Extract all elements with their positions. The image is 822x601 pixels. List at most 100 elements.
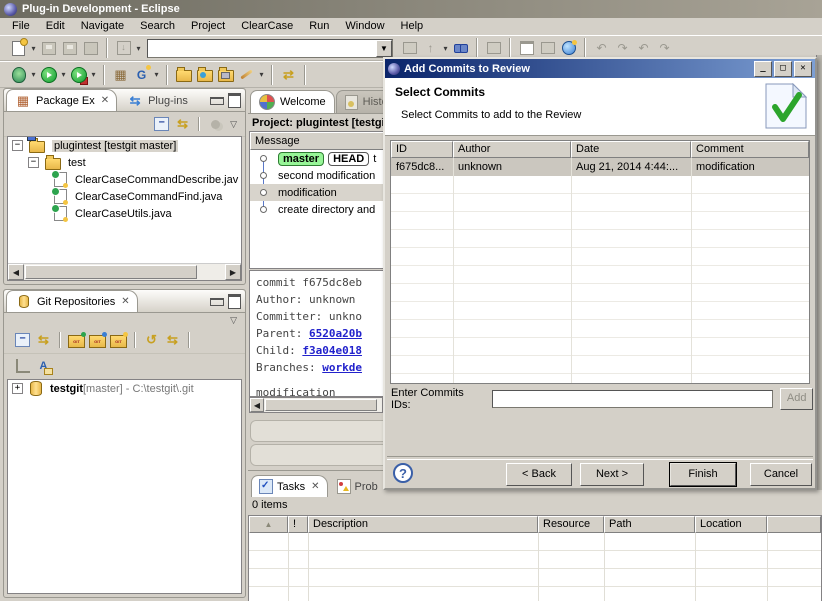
- tab-problems[interactable]: Prob: [329, 475, 386, 497]
- repo-name[interactable]: testgit: [50, 383, 83, 395]
- run-external-icon[interactable]: [70, 66, 87, 83]
- debug-dropdown[interactable]: [29, 70, 38, 79]
- menu-help[interactable]: Help: [393, 19, 432, 34]
- brush-icon[interactable]: [238, 66, 255, 83]
- tree-item-test-folder[interactable]: test: [8, 154, 241, 171]
- refresh-icon[interactable]: [143, 332, 160, 349]
- package-folder-icon[interactable]: [196, 66, 213, 83]
- file3-label[interactable]: ClearCaseUtils.java: [75, 208, 172, 220]
- save-icon[interactable]: [40, 40, 57, 57]
- date-column-header[interactable]: Date: [571, 141, 691, 158]
- scroll-left-icon[interactable]: ◀: [8, 264, 24, 280]
- child-link[interactable]: f3a04e018: [302, 344, 362, 357]
- tree-item-file1[interactable]: ClearCaseCommandDescribe.jav: [8, 171, 241, 188]
- back-button[interactable]: < Back: [506, 463, 572, 486]
- clearcase-view-combo[interactable]: ▼: [147, 39, 393, 58]
- menu-search[interactable]: Search: [132, 19, 183, 34]
- scroll-thumb[interactable]: [265, 399, 377, 411]
- tree-item-project[interactable]: plugintest [testgit master]: [8, 137, 241, 154]
- id-column-header[interactable]: ID: [391, 141, 453, 158]
- run-dropdown[interactable]: [59, 70, 68, 79]
- filters-icon[interactable]: [207, 116, 224, 133]
- sort-icon[interactable]: [35, 358, 52, 375]
- save-all-icon[interactable]: [61, 40, 78, 57]
- details-horizontal-scrollbar[interactable]: ◀: [249, 397, 383, 413]
- new-wizard-dropdown[interactable]: [29, 44, 38, 53]
- tab-git-repositories[interactable]: Git Repositories: [6, 290, 138, 312]
- menu-edit[interactable]: Edit: [38, 19, 73, 34]
- sync-icon[interactable]: [280, 66, 297, 83]
- plugin-grid-icon[interactable]: [112, 66, 129, 83]
- switch-icon[interactable]: [164, 332, 181, 349]
- debug-icon[interactable]: [10, 66, 27, 83]
- link-selection-icon[interactable]: [35, 332, 52, 349]
- close-icon[interactable]: [121, 296, 129, 307]
- scroll-thumb[interactable]: [25, 265, 197, 279]
- image-icon[interactable]: [485, 40, 502, 57]
- tree-item-file3[interactable]: ClearCaseUtils.java: [8, 205, 241, 222]
- portfolio-folder-icon[interactable]: [217, 66, 234, 83]
- brush-dropdown[interactable]: [257, 70, 266, 79]
- view-menu-icon[interactable]: [230, 315, 237, 326]
- window-gray-icon[interactable]: [539, 40, 556, 57]
- tab-package-explorer[interactable]: Package Ex: [6, 89, 117, 111]
- nav-dropdown[interactable]: [441, 44, 450, 53]
- new-wizard-icon[interactable]: [10, 40, 27, 57]
- scroll-right-icon[interactable]: ▶: [225, 264, 241, 280]
- resource-column-header[interactable]: Resource: [538, 516, 604, 533]
- menu-project[interactable]: Project: [183, 19, 233, 34]
- annotation-prev-icon[interactable]: [614, 40, 631, 57]
- tab-welcome[interactable]: Welcome: [250, 90, 335, 113]
- project-label[interactable]: plugintest [testgit master]: [52, 140, 178, 152]
- expand-toggle-icon[interactable]: [12, 383, 23, 394]
- collapse-toggle-icon[interactable]: [12, 140, 23, 151]
- up-arrow-icon[interactable]: [422, 40, 439, 57]
- cancel-button[interactable]: Cancel: [750, 463, 812, 486]
- tree-item-repo[interactable]: testgit [master] - C:\testgit\.git: [8, 380, 241, 397]
- package-view-icon[interactable]: [401, 40, 418, 57]
- menu-run[interactable]: Run: [301, 19, 337, 34]
- collapse-toggle-icon[interactable]: [28, 157, 39, 168]
- window-titlebar[interactable]: Plug-in Development - Eclipse: [0, 0, 822, 18]
- branch-badge-master[interactable]: master: [278, 152, 324, 166]
- dialog-titlebar[interactable]: Add Commits to Review _ □ ✕: [385, 59, 815, 78]
- maximize-view-icon[interactable]: [228, 93, 241, 108]
- menu-navigate[interactable]: Navigate: [73, 19, 132, 34]
- minimize-view-icon[interactable]: [210, 298, 224, 306]
- tab-plugins[interactable]: Plug-ins: [118, 89, 196, 111]
- commit-ids-input[interactable]: [492, 390, 773, 408]
- collapse-all-icon[interactable]: [14, 332, 31, 349]
- description-column-header[interactable]: Description: [308, 516, 538, 533]
- next-button[interactable]: Next >: [580, 463, 644, 486]
- horizontal-scrollbar[interactable]: ◀ ▶: [8, 263, 241, 280]
- git-clone-repo-icon[interactable]: GIT: [89, 332, 106, 349]
- dialog-minimize-icon[interactable]: _: [754, 61, 772, 77]
- finish-button[interactable]: Finish: [670, 463, 736, 486]
- branches-link[interactable]: workde: [322, 361, 362, 374]
- sort-column-header[interactable]: [249, 516, 288, 533]
- search-icon[interactable]: [452, 40, 469, 57]
- add-button[interactable]: Add: [780, 388, 813, 410]
- folder-label[interactable]: test: [68, 157, 86, 169]
- tab-tasks[interactable]: Tasks: [251, 475, 328, 497]
- file2-label[interactable]: ClearCaseCommandFind.java: [75, 191, 222, 203]
- close-icon[interactable]: [311, 481, 319, 492]
- location-column-header[interactable]: Location: [695, 516, 767, 533]
- skip-dropdown[interactable]: [134, 44, 143, 53]
- comment-column-header[interactable]: Comment: [691, 141, 809, 158]
- clearcase-g-icon[interactable]: [133, 66, 150, 83]
- annotation-next-icon[interactable]: [593, 40, 610, 57]
- collapse-all-icon[interactable]: [153, 116, 170, 133]
- open-folder-icon[interactable]: [175, 66, 192, 83]
- skip-breakpoints-icon[interactable]: [115, 40, 132, 57]
- menu-file[interactable]: File: [4, 19, 38, 34]
- close-icon[interactable]: [101, 95, 109, 106]
- priority-column-header[interactable]: !: [288, 516, 308, 533]
- dialog-close-icon[interactable]: ✕: [794, 61, 812, 77]
- scroll-left-icon[interactable]: ◀: [250, 398, 264, 412]
- view-menu-icon[interactable]: [230, 119, 237, 130]
- combo-dropdown-icon[interactable]: ▼: [376, 40, 392, 57]
- run-icon[interactable]: [40, 66, 57, 83]
- dialog-maximize-icon[interactable]: □: [774, 61, 792, 77]
- git-new-repo-icon[interactable]: GIT: [110, 332, 127, 349]
